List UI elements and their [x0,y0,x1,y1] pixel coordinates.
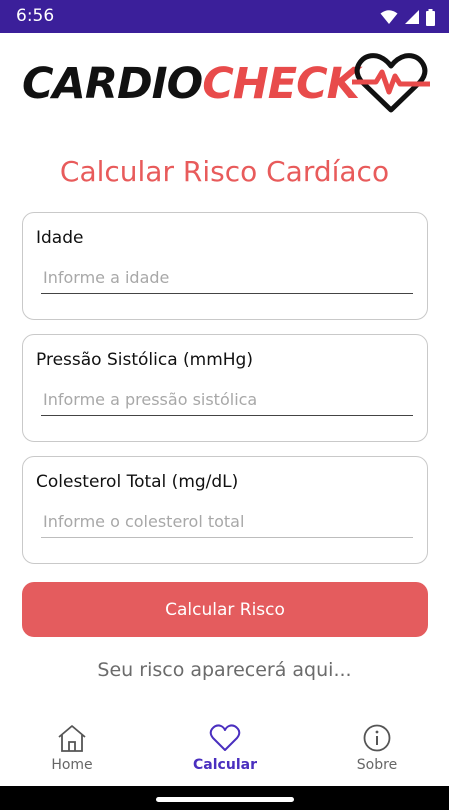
battery-icon [426,8,435,26]
app-logo: CARDIOCHECK [22,52,432,116]
nav-label-calcular: Calcular [193,757,257,773]
bottom-navigation: Home Calcular Sobre [0,715,449,786]
nav-item-home[interactable]: Home [17,723,127,773]
systolic-pressure-field-card: Pressão Sistólica (mmHg) [22,334,428,442]
age-label: Idade [36,228,84,248]
nav-item-calcular[interactable]: Calcular [170,723,280,773]
logo-text-check: CHECK [202,59,360,109]
cholesterol-field-card: Colesterol Total (mg/dL) [22,456,428,564]
status-bar: 6:56 [0,0,449,33]
heart-icon [209,724,241,751]
age-input[interactable] [41,261,413,294]
cholesterol-label: Colesterol Total (mg/dL) [36,472,239,492]
risk-result-text: Seu risco aparecerá aqui... [97,659,352,681]
gesture-handle[interactable] [156,797,294,802]
nav-item-sobre[interactable]: Sobre [322,723,432,773]
system-gesture-bar [0,786,449,810]
heart-pulse-icon [352,53,430,113]
status-icons [380,8,435,26]
home-icon [58,725,86,752]
systolic-pressure-input[interactable] [41,383,413,416]
page-title: Calcular Risco Cardíaco [59,155,390,188]
logo-text-cardio: CARDIO [22,59,203,109]
status-time: 6:56 [16,6,55,26]
cholesterol-input[interactable] [41,505,413,538]
systolic-pressure-label: Pressão Sistólica (mmHg) [36,350,253,370]
age-field-card: Idade [22,212,428,320]
wifi-icon [380,10,398,24]
nav-label-sobre: Sobre [356,757,398,773]
nav-label-home: Home [51,757,93,773]
calculate-risk-button[interactable]: Calcular Risco [22,582,428,637]
signal-icon [405,10,419,24]
info-icon [363,724,391,752]
logo-text: CARDIOCHECK [22,56,360,112]
